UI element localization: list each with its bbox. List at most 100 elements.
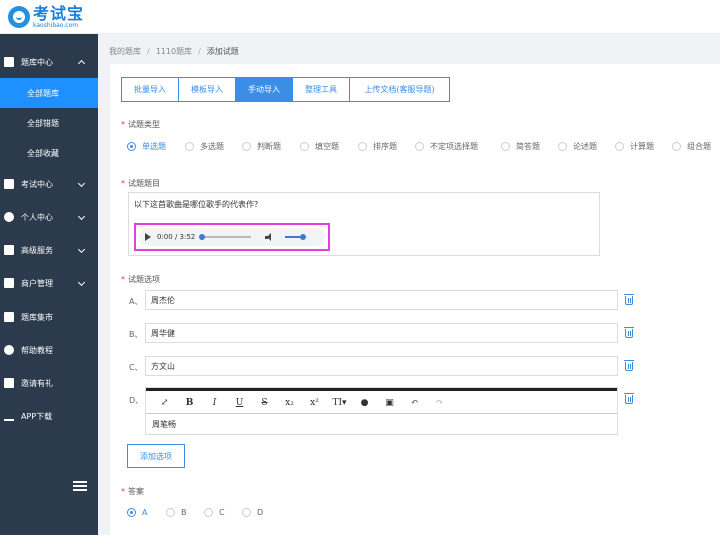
editor-toolbar: ⤢ B I U S x₂ x² TI▾ ● ▣ ↶ ↷ — [146, 392, 617, 414]
tab-batch-import[interactable]: 批量导入 — [122, 78, 179, 101]
answer-group: A B C D — [127, 508, 280, 517]
radio-single-choice[interactable]: 单选题 — [127, 141, 185, 152]
undo-icon[interactable]: ↶ — [402, 398, 427, 408]
download-icon — [4, 411, 14, 421]
image-icon[interactable]: ▣ — [377, 398, 402, 408]
logo-title: 考试宝 — [33, 3, 85, 23]
option-letter: B、 — [129, 330, 143, 339]
sidebar-item-app-download[interactable]: APP下载 — [0, 401, 98, 431]
question-type-label: * 试题类型 — [121, 120, 160, 129]
sidebar-item-advanced-service[interactable]: 高级服务 — [0, 235, 98, 265]
sidebar-item-all-wrong[interactable]: 全部错题 — [0, 108, 98, 138]
top-bar: 考试宝 kaoshibao.com — [0, 0, 720, 34]
breadcrumb-item[interactable]: 我的题库 — [109, 47, 141, 56]
delete-icon[interactable] — [624, 393, 634, 404]
radio-short-answer[interactable]: 简答题 — [501, 141, 558, 152]
logo-icon — [8, 6, 30, 28]
sidebar-item-label: 商户管理 — [21, 278, 53, 288]
list-icon — [4, 57, 14, 67]
logo[interactable]: 考试宝 kaoshibao.com — [8, 3, 84, 31]
gift-icon — [4, 378, 14, 388]
sidebar-item-label: 高级服务 — [21, 245, 53, 255]
color-drop-icon[interactable]: ● — [352, 398, 377, 408]
breadcrumb-item[interactable]: 1110题库 — [156, 47, 192, 56]
strikethrough-icon[interactable]: S — [252, 398, 277, 408]
bold-icon[interactable]: B — [177, 398, 202, 408]
sidebar-item-label: 帮助教程 — [21, 345, 53, 355]
tab-tidy-tool[interactable]: 整理工具 — [293, 78, 350, 101]
breadcrumb: 我的题库/1110题库 / 添加试题 — [109, 47, 239, 56]
sidebar-item-label: 题库中心 — [21, 57, 53, 67]
tab-template-import[interactable]: 模板导入 — [179, 78, 236, 101]
audio-player[interactable]: 0:00 / 3:52 — [139, 228, 325, 246]
sidebar-item-personal-center[interactable]: 个人中心 — [0, 202, 98, 232]
sidebar-item-label: APP下载 — [21, 411, 53, 421]
play-icon[interactable] — [145, 233, 151, 241]
collapse-sidebar-icon[interactable] — [73, 481, 87, 491]
volume-icon[interactable] — [265, 232, 275, 242]
underline-icon[interactable]: U — [227, 398, 252, 408]
answer-radio-d[interactable]: D — [242, 508, 280, 517]
sidebar-item-label: 题库集市 — [21, 312, 53, 322]
delete-icon[interactable] — [624, 360, 634, 371]
radio-combination[interactable]: 组合题 — [672, 141, 717, 152]
chevron-down-icon — [77, 245, 86, 254]
radio-fill-blank[interactable]: 填空题 — [300, 141, 358, 152]
question-editor[interactable]: 以下这首歌曲是哪位歌手的代表作? 0:00 / 3:52 — [128, 192, 600, 256]
tab-manual-import[interactable]: 手动导入 — [236, 78, 293, 101]
answer-radio-b[interactable]: B — [166, 508, 204, 517]
sidebar-item-label: 个人中心 — [21, 212, 53, 222]
layers-icon — [4, 179, 14, 189]
radio-multiple-choice[interactable]: 多选题 — [185, 141, 242, 152]
main-content: 我的题库/1110题库 / 添加试题 批量导入 模板导入 手动导入 整理工具 上传文… — [98, 34, 720, 535]
sidebar-item-invite[interactable]: 邀请有礼 — [0, 368, 98, 398]
chevron-up-icon — [77, 59, 86, 68]
answer-radio-c[interactable]: C — [204, 508, 242, 517]
superscript-icon[interactable]: x² — [302, 398, 327, 408]
sidebar-item-all-banks[interactable]: 全部题库 — [0, 78, 98, 108]
breadcrumb-current: 添加试题 — [206, 47, 239, 56]
radio-sorting[interactable]: 排序题 — [358, 141, 415, 152]
option-a-input[interactable]: 周杰伦 — [145, 290, 618, 310]
option-letter: D、 — [129, 396, 144, 405]
chart-icon — [4, 245, 14, 255]
sidebar: 题库中心 全部题库 全部错题 全部收藏 考试中心 个人中心 高级服务 商户管理 … — [0, 34, 98, 535]
option-c-input[interactable]: 方文山 — [145, 356, 618, 376]
option-b-input[interactable]: 周华健 — [145, 323, 618, 343]
redo-icon[interactable]: ↷ — [427, 398, 452, 408]
radio-calculation[interactable]: 计算题 — [615, 141, 672, 152]
cube-icon — [4, 312, 14, 322]
sidebar-item-label: 考试中心 — [21, 179, 53, 189]
user-icon — [4, 212, 14, 222]
chevron-down-icon — [77, 212, 86, 221]
chevron-down-icon — [77, 179, 86, 188]
answer-radio-a[interactable]: A — [127, 508, 166, 517]
question-type-group: 单选题 多选题 判断题 填空题 排序题 不定项选择题 简答题 论述题 计算题 组… — [127, 141, 717, 152]
add-option-button[interactable]: 添加选项 — [127, 444, 185, 468]
delete-icon[interactable] — [624, 327, 634, 338]
fullscreen-icon[interactable]: ⤢ — [152, 398, 177, 408]
sidebar-item-exam-center[interactable]: 考试中心 — [0, 169, 98, 199]
font-size-icon[interactable]: TI▾ — [327, 398, 352, 408]
italic-icon[interactable]: I — [202, 398, 227, 408]
question-label: * 试题题目 — [121, 179, 160, 188]
volume-slider[interactable] — [285, 234, 307, 240]
answer-label: * 答案 — [121, 487, 144, 496]
radio-indefinite-choice[interactable]: 不定项选择题 — [415, 141, 501, 152]
sidebar-item-merchant[interactable]: 商户管理 — [0, 268, 98, 298]
options-label: * 试题选项 — [121, 275, 160, 284]
sidebar-item-all-favorites[interactable]: 全部收藏 — [0, 138, 98, 168]
delete-icon[interactable] — [624, 294, 634, 305]
sidebar-item-help[interactable]: 帮助教程 — [0, 335, 98, 365]
help-icon — [4, 345, 14, 355]
option-d-text: 周笔畅 — [152, 420, 176, 429]
sidebar-item-question-bank-center[interactable]: 题库中心 — [0, 47, 98, 77]
tab-upload-document[interactable]: 上传文档(客服导题) — [350, 78, 449, 101]
radio-essay[interactable]: 论述题 — [558, 141, 615, 152]
option-d-editor[interactable]: ⤢ B I U S x₂ x² TI▾ ● ▣ ↶ ↷ 周笔畅 — [145, 387, 618, 435]
radio-true-false[interactable]: 判断题 — [242, 141, 300, 152]
subscript-icon[interactable]: x₂ — [277, 398, 302, 408]
audio-progress-slider[interactable] — [199, 234, 252, 240]
sidebar-item-market[interactable]: 题库集市 — [0, 302, 98, 332]
sidebar-item-label: 邀请有礼 — [21, 378, 53, 388]
